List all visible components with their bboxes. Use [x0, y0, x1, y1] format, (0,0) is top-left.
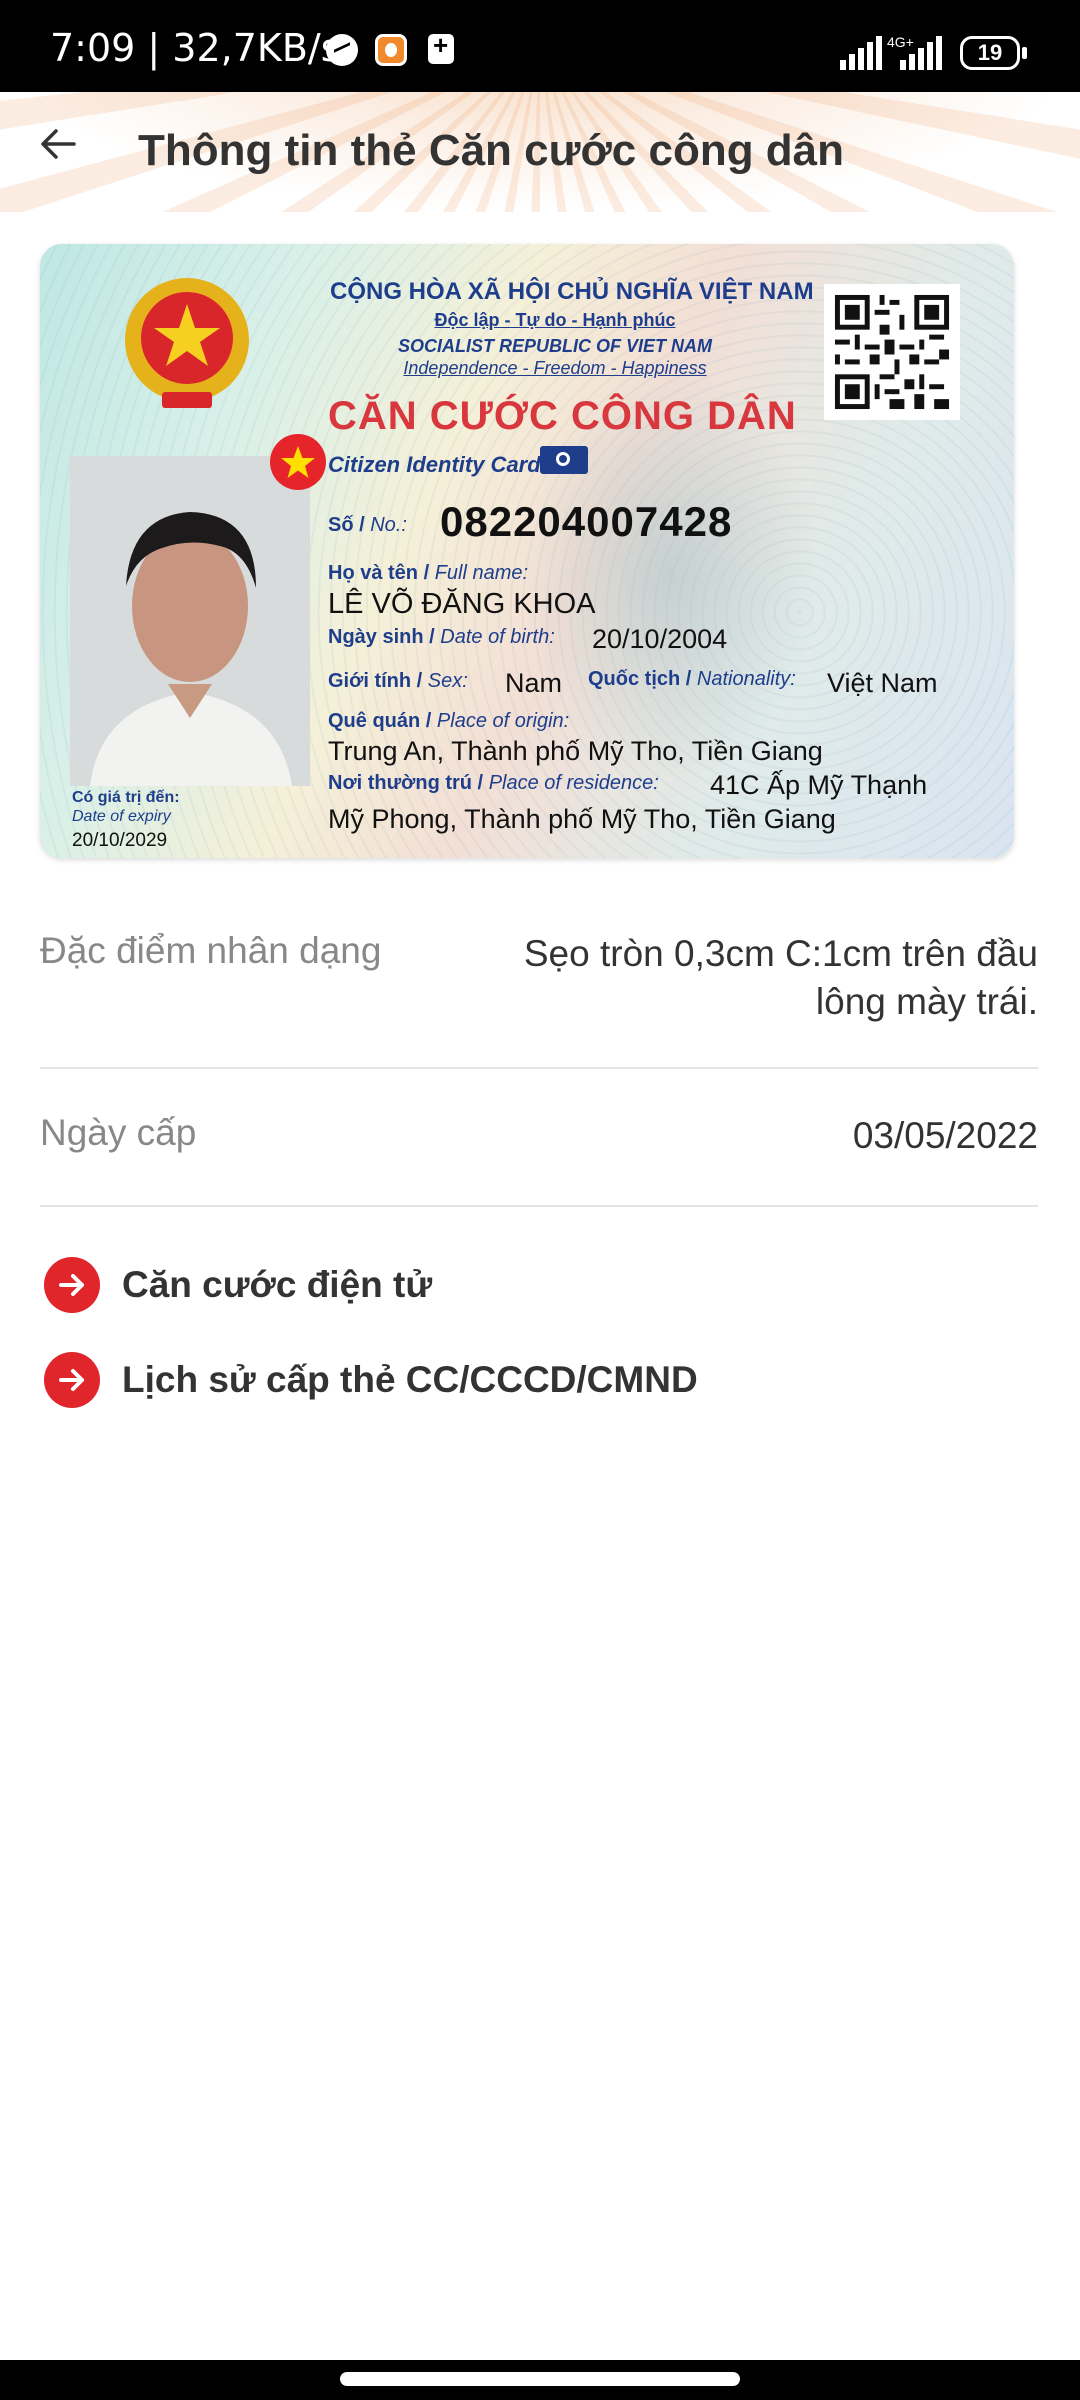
card-header-line-2: Độc lập - Tự do - Hạnh phúc	[434, 310, 676, 330]
features-value-line2: lông mày trái.	[815, 981, 1038, 1022]
card-subtitle: Citizen Identity Card	[328, 452, 541, 477]
features-row: Đặc điểm nhân dạng Sẹo tròn 0,3cm C:1cm …	[40, 930, 1038, 1050]
card-header-line-3: SOCIALIST REPUBLIC OF VIET NAM	[397, 336, 712, 356]
id-card-image: CỘNG HÒA XÃ HỘI CHỦ NGHĨA VIỆT NAM Độc l…	[40, 244, 1014, 858]
arrow-right-icon	[44, 1352, 100, 1408]
dob-value: 20/10/2004	[592, 624, 728, 654]
status-time: 7:09 | 32,7KB/s	[50, 26, 341, 70]
residence-value-line2: Mỹ Phong, Thành phố Mỹ Tho, Tiền Giang	[328, 804, 836, 834]
card-title: CĂN CƯỚC CÔNG DÂN	[328, 394, 797, 438]
nationality-value: Việt Nam	[827, 668, 938, 698]
signal-icon	[840, 36, 882, 70]
link-issuance-history[interactable]: Lịch sử cấp thẻ CC/CCCD/CMND	[44, 1349, 698, 1411]
vietnam-flag-icon	[270, 434, 326, 490]
full-name-label: Họ và tên / Full name:	[328, 562, 529, 584]
battery-icon: 19	[960, 36, 1027, 70]
issue-date-row: Ngày cấp 03/05/2022	[40, 1112, 1038, 1172]
divider	[40, 1067, 1038, 1069]
sex-label: Giới tính / Sex:	[328, 670, 468, 692]
features-value: Sẹo tròn 0,3cm C:1cm trên đầu lông mày t…	[524, 930, 1038, 1026]
chip-icon	[540, 446, 588, 474]
messenger-icon	[326, 34, 358, 66]
signal-icon-2	[900, 36, 942, 70]
home-gesture-handle[interactable]	[340, 2372, 740, 2386]
battery-saver-icon	[428, 30, 454, 64]
portrait-silhouette	[70, 456, 310, 786]
residence-label: Nơi thường trú / Place of residence:	[328, 772, 659, 794]
navigation-bar	[0, 2360, 1080, 2400]
issue-date-label: Ngày cấp	[40, 1112, 197, 1153]
origin-value: Trung An, Thành phố Mỹ Tho, Tiền Giang	[328, 736, 823, 766]
expiry-value: 20/10/2029	[72, 830, 168, 851]
page-title: Thông tin thẻ Căn cước công dân	[138, 126, 845, 175]
link-electronic-id-label: Căn cước điện tử	[122, 1264, 433, 1305]
expiry-label: Có giá trị đến: Date of expiry	[72, 789, 180, 825]
full-name-value: LÊ VÕ ĐĂNG KHOA	[328, 588, 596, 620]
features-label: Đặc điểm nhân dạng	[40, 930, 382, 971]
sex-value: Nam	[505, 668, 563, 698]
qr-code	[824, 284, 960, 420]
divider	[40, 1205, 1038, 1207]
id-number-label: Số / No.:	[328, 514, 407, 536]
national-emblem-icon	[125, 278, 249, 408]
status-bar: 7:09 | 32,7KB/s 4G+ 19	[0, 0, 1080, 92]
card-header-line-1: CỘNG HÒA XÃ HỘI CHỦ NGHĨA VIỆT NAM	[330, 278, 814, 305]
app-notification-icon	[375, 34, 407, 66]
residence-value-line1: 41C Ấp Mỹ Thạnh	[710, 770, 928, 800]
origin-label: Quê quán / Place of origin:	[328, 710, 570, 732]
portrait-photo	[70, 456, 310, 786]
dob-label: Ngày sinh / Date of birth:	[328, 626, 555, 648]
features-value-line1: Sẹo tròn 0,3cm C:1cm trên đầu	[523, 933, 1038, 974]
arrow-right-icon	[44, 1257, 100, 1313]
link-electronic-id[interactable]: Căn cước điện tử	[44, 1254, 432, 1316]
link-issuance-history-label: Lịch sử cấp thẻ CC/CCCD/CMND	[122, 1359, 698, 1400]
nationality-label: Quốc tịch / Nationality:	[588, 668, 796, 690]
app-header: Thông tin thẻ Căn cước công dân	[0, 92, 1080, 212]
card-header-line-4: Independence - Freedom - Happiness	[403, 358, 707, 378]
issue-date-value: 03/05/2022	[852, 1115, 1038, 1156]
id-number-value: 082204007428	[440, 498, 733, 545]
back-arrow-icon[interactable]	[36, 122, 80, 166]
